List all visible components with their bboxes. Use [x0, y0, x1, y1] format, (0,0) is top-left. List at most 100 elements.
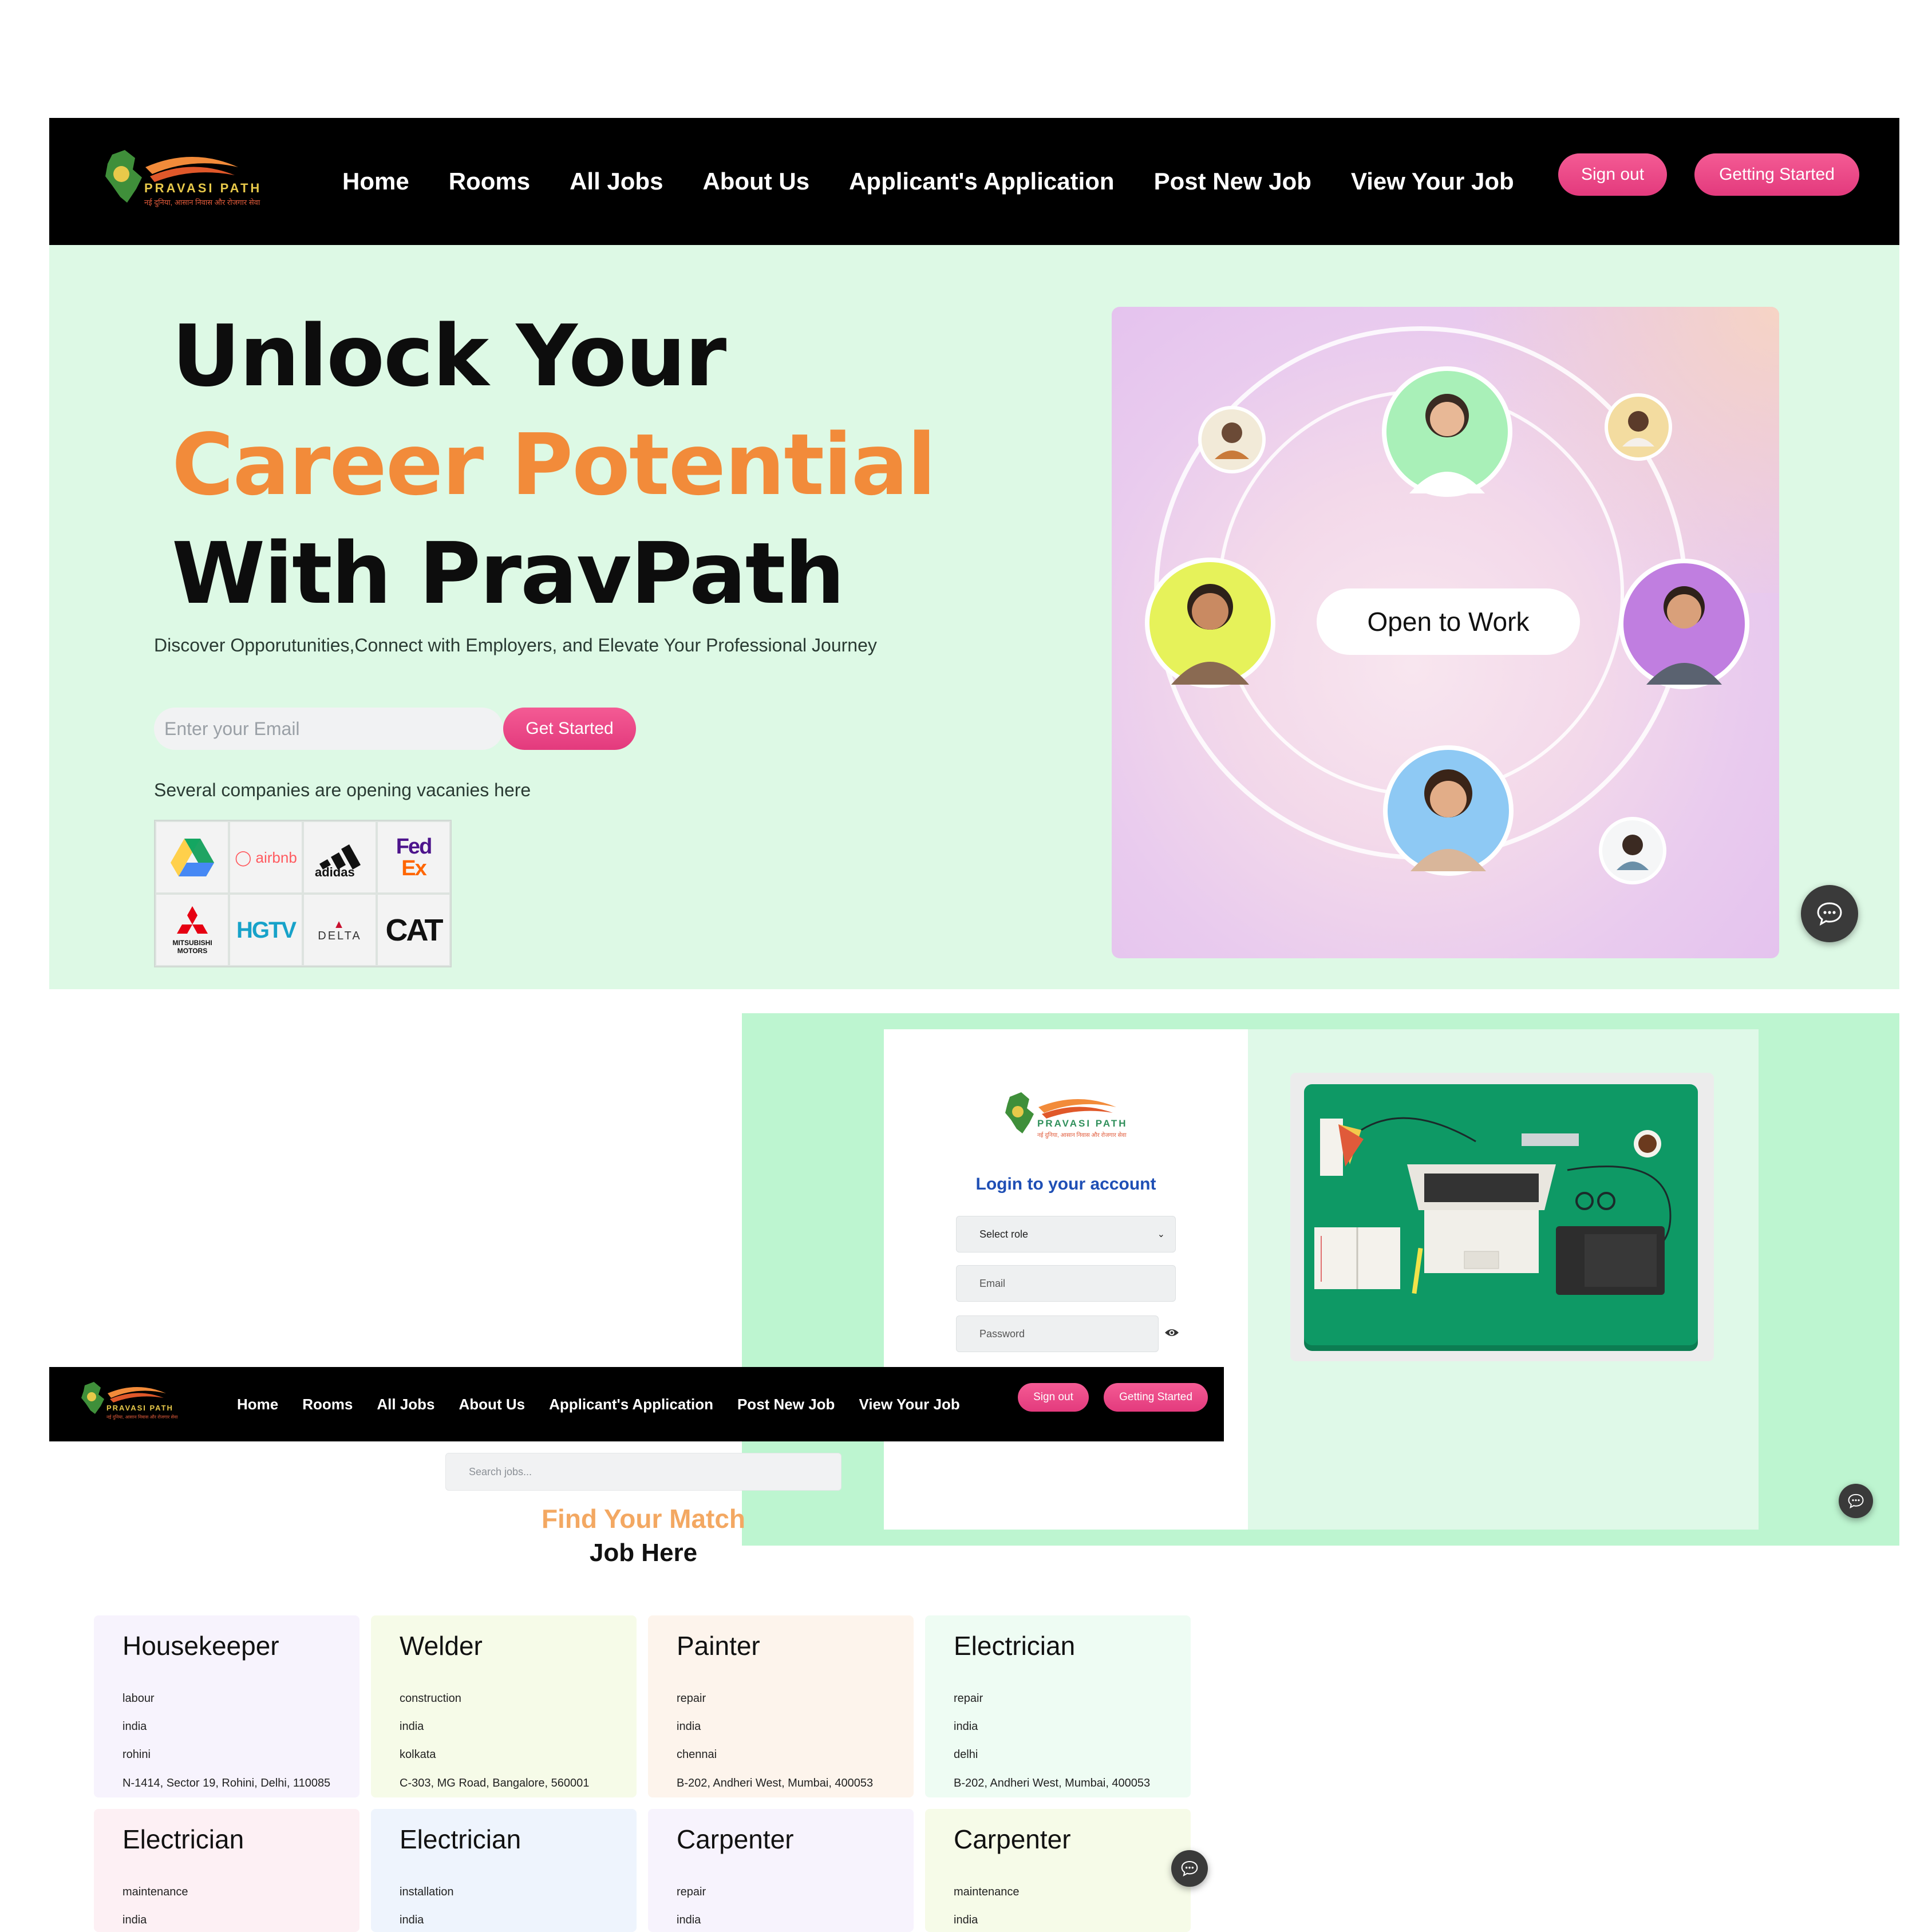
job-address: B-202, Andheri West, Mumbai, 400053	[954, 1777, 1151, 1789]
job-country: india	[954, 1914, 978, 1926]
nav-view-your-job[interactable]: View Your Job	[859, 1396, 959, 1413]
chat-widget-button-2[interactable]	[1839, 1484, 1873, 1518]
nav-all-jobs[interactable]: All Jobs	[570, 168, 663, 195]
show-password-eye-icon[interactable]	[1164, 1327, 1179, 1338]
open-to-work-illustration: Open to Work	[1112, 307, 1779, 958]
workspace-illustration	[1290, 1073, 1714, 1361]
chat-bubble-icon	[1848, 1494, 1864, 1509]
svg-text:नई दुनिया, आसान निवास और रोजगा: नई दुनिया, आसान निवास और रोजगार सेवा	[1037, 1132, 1127, 1139]
svg-text:नई दुनिया, आसान निवास और रोजगा: नई दुनिया, आसान निवास और रोजगार सेवा	[106, 1414, 178, 1420]
jobs-heading-accent: Find Your Match	[541, 1504, 746, 1534]
pravasi-path-logo[interactable]: PRAVASI PATH नई दुनिया, आसान निवास और रो…	[95, 144, 267, 219]
nav-home[interactable]: Home	[342, 168, 409, 195]
avatar-small-2	[1605, 393, 1672, 461]
nav-rooms[interactable]: Rooms	[449, 168, 530, 195]
svg-text:PRAVASI PATH: PRAVASI PATH	[106, 1404, 173, 1412]
login-screen: PRAVASI PATH नई दुनिया, आसान निवास और रो…	[742, 1013, 1899, 1546]
job-country: india	[123, 1720, 147, 1733]
avatar-left	[1145, 558, 1275, 688]
fedex-logo: Fed Ex	[377, 821, 451, 894]
nav-about-us[interactable]: About Us	[459, 1396, 526, 1413]
job-title: Welder	[400, 1631, 483, 1661]
adidas-logo: adidas	[303, 821, 377, 894]
job-category: installation	[400, 1886, 454, 1898]
pravasi-path-logo[interactable]: PRAVASI PATH नई दुनिया, आसान निवास और रो…	[77, 1380, 180, 1425]
hero-title-line-2: Career Potential	[172, 416, 936, 514]
avatar-top	[1382, 366, 1512, 497]
job-category: construction	[400, 1692, 461, 1705]
sign-out-button[interactable]: Sign out	[1018, 1383, 1089, 1412]
job-country: india	[123, 1914, 147, 1926]
nav-post-new-job[interactable]: Post New Job	[1154, 168, 1311, 195]
nav-rooms[interactable]: Rooms	[302, 1396, 353, 1413]
cat-logo: CAT	[377, 894, 451, 966]
get-started-button[interactable]: Get Started	[503, 708, 636, 750]
role-select[interactable]: Select role ⌄	[956, 1216, 1176, 1253]
nav-applicants-application[interactable]: Applicant's Application	[549, 1396, 713, 1413]
login-password-field[interactable]: Password	[956, 1315, 1159, 1352]
google-drive-logo	[155, 821, 229, 894]
job-country: india	[400, 1720, 424, 1733]
nav-post-new-job[interactable]: Post New Job	[737, 1396, 835, 1413]
svg-text:नई दुनिया, आसान निवास और रोजगा: नई दुनिया, आसान निवास और रोजगार सेवा	[144, 198, 260, 207]
avatar-small-1	[1198, 406, 1266, 473]
getting-started-button[interactable]: Getting Started	[1694, 153, 1859, 196]
nav-links: Home Rooms All Jobs About Us Applicant's…	[342, 118, 1514, 245]
mitsubishi-logo: MITSUBISHI MOTORS	[155, 894, 229, 966]
top-navbar: PRAVASI PATH नई दुनिया, आसान निवास और रो…	[49, 118, 1899, 245]
job-country: india	[677, 1720, 701, 1733]
job-address: C-303, MG Road, Bangalore, 560001	[400, 1777, 590, 1789]
job-card[interactable]: Electrician installation india	[371, 1809, 637, 1932]
login-form-panel: PRAVASI PATH नई दुनिया, आसान निवास और रो…	[884, 1029, 1248, 1530]
login-email-field[interactable]: Email	[956, 1265, 1176, 1302]
avatar-bottom	[1383, 745, 1514, 876]
job-card[interactable]: Carpenter maintenance india	[925, 1809, 1191, 1932]
job-category: repair	[677, 1692, 706, 1705]
nav-all-jobs[interactable]: All Jobs	[377, 1396, 434, 1413]
job-country: india	[400, 1914, 424, 1926]
sign-out-button[interactable]: Sign out	[1558, 153, 1667, 196]
job-category: maintenance	[954, 1886, 1020, 1898]
nav-home[interactable]: Home	[237, 1396, 278, 1413]
chat-widget-button[interactable]	[1801, 885, 1858, 942]
airbnb-logo: ◯ airbnb	[229, 821, 303, 894]
job-title: Electrician	[400, 1824, 521, 1854]
job-address: B-202, Andheri West, Mumbai, 400053	[677, 1777, 874, 1789]
svg-text:MOTORS: MOTORS	[177, 947, 207, 955]
chat-bubble-icon	[1181, 1860, 1198, 1876]
login-title: Login to your account	[975, 1175, 1156, 1194]
job-card[interactable]: Electrician repair india delhi B-202, An…	[925, 1615, 1191, 1797]
avatar-right	[1619, 559, 1749, 689]
job-category: repair	[954, 1692, 983, 1705]
job-card[interactable]: Electrician maintenance india	[94, 1809, 359, 1932]
job-search-input[interactable]	[445, 1453, 841, 1491]
chat-widget-button-3[interactable]	[1171, 1850, 1208, 1887]
svg-text:adidas: adidas	[315, 865, 355, 878]
jobs-heading: Job Here	[589, 1539, 698, 1567]
job-card[interactable]: Housekeeper labour india rohini N-1414, …	[94, 1615, 359, 1797]
company-logos-grid: ◯ airbnb adidas Fed Ex MITSUBISHI MOTORS H…	[154, 820, 452, 967]
job-card[interactable]: Painter repair india chennai B-202, Andh…	[648, 1615, 914, 1797]
hero-email-input[interactable]	[154, 708, 503, 750]
job-category: repair	[677, 1886, 706, 1898]
delta-logo: ▲ DELTA	[303, 894, 377, 966]
job-card[interactable]: Carpenter repair india	[648, 1809, 914, 1932]
job-title: Housekeeper	[123, 1631, 279, 1661]
avatar-small-3	[1599, 817, 1666, 884]
nav-applicants-application[interactable]: Applicant's Application	[849, 168, 1114, 195]
nav-about-us[interactable]: About Us	[702, 168, 809, 195]
login-card: PRAVASI PATH नई दुनिया, आसान निवास और रो…	[884, 1029, 1759, 1530]
getting-started-button[interactable]: Getting Started	[1104, 1383, 1208, 1412]
job-card[interactable]: Welder construction india kolkata C-303,…	[371, 1615, 637, 1797]
job-category: labour	[123, 1692, 155, 1705]
job-title: Electrician	[954, 1631, 1076, 1661]
svg-text:MITSUBISHI: MITSUBISHI	[172, 939, 212, 947]
job-city: rohini	[123, 1748, 151, 1761]
nav-view-your-job[interactable]: View Your Job	[1351, 168, 1514, 195]
svg-text:PRAVASI PATH: PRAVASI PATH	[144, 181, 262, 195]
job-title: Carpenter	[677, 1824, 794, 1854]
pravasi-path-logo-small: PRAVASI PATH नई दुनिया, आसान निवास और रो…	[1005, 1092, 1127, 1139]
chevron-down-icon: ⌄	[1157, 1230, 1165, 1239]
job-country: india	[677, 1914, 701, 1926]
hgtv-logo: HGTV	[229, 894, 303, 966]
